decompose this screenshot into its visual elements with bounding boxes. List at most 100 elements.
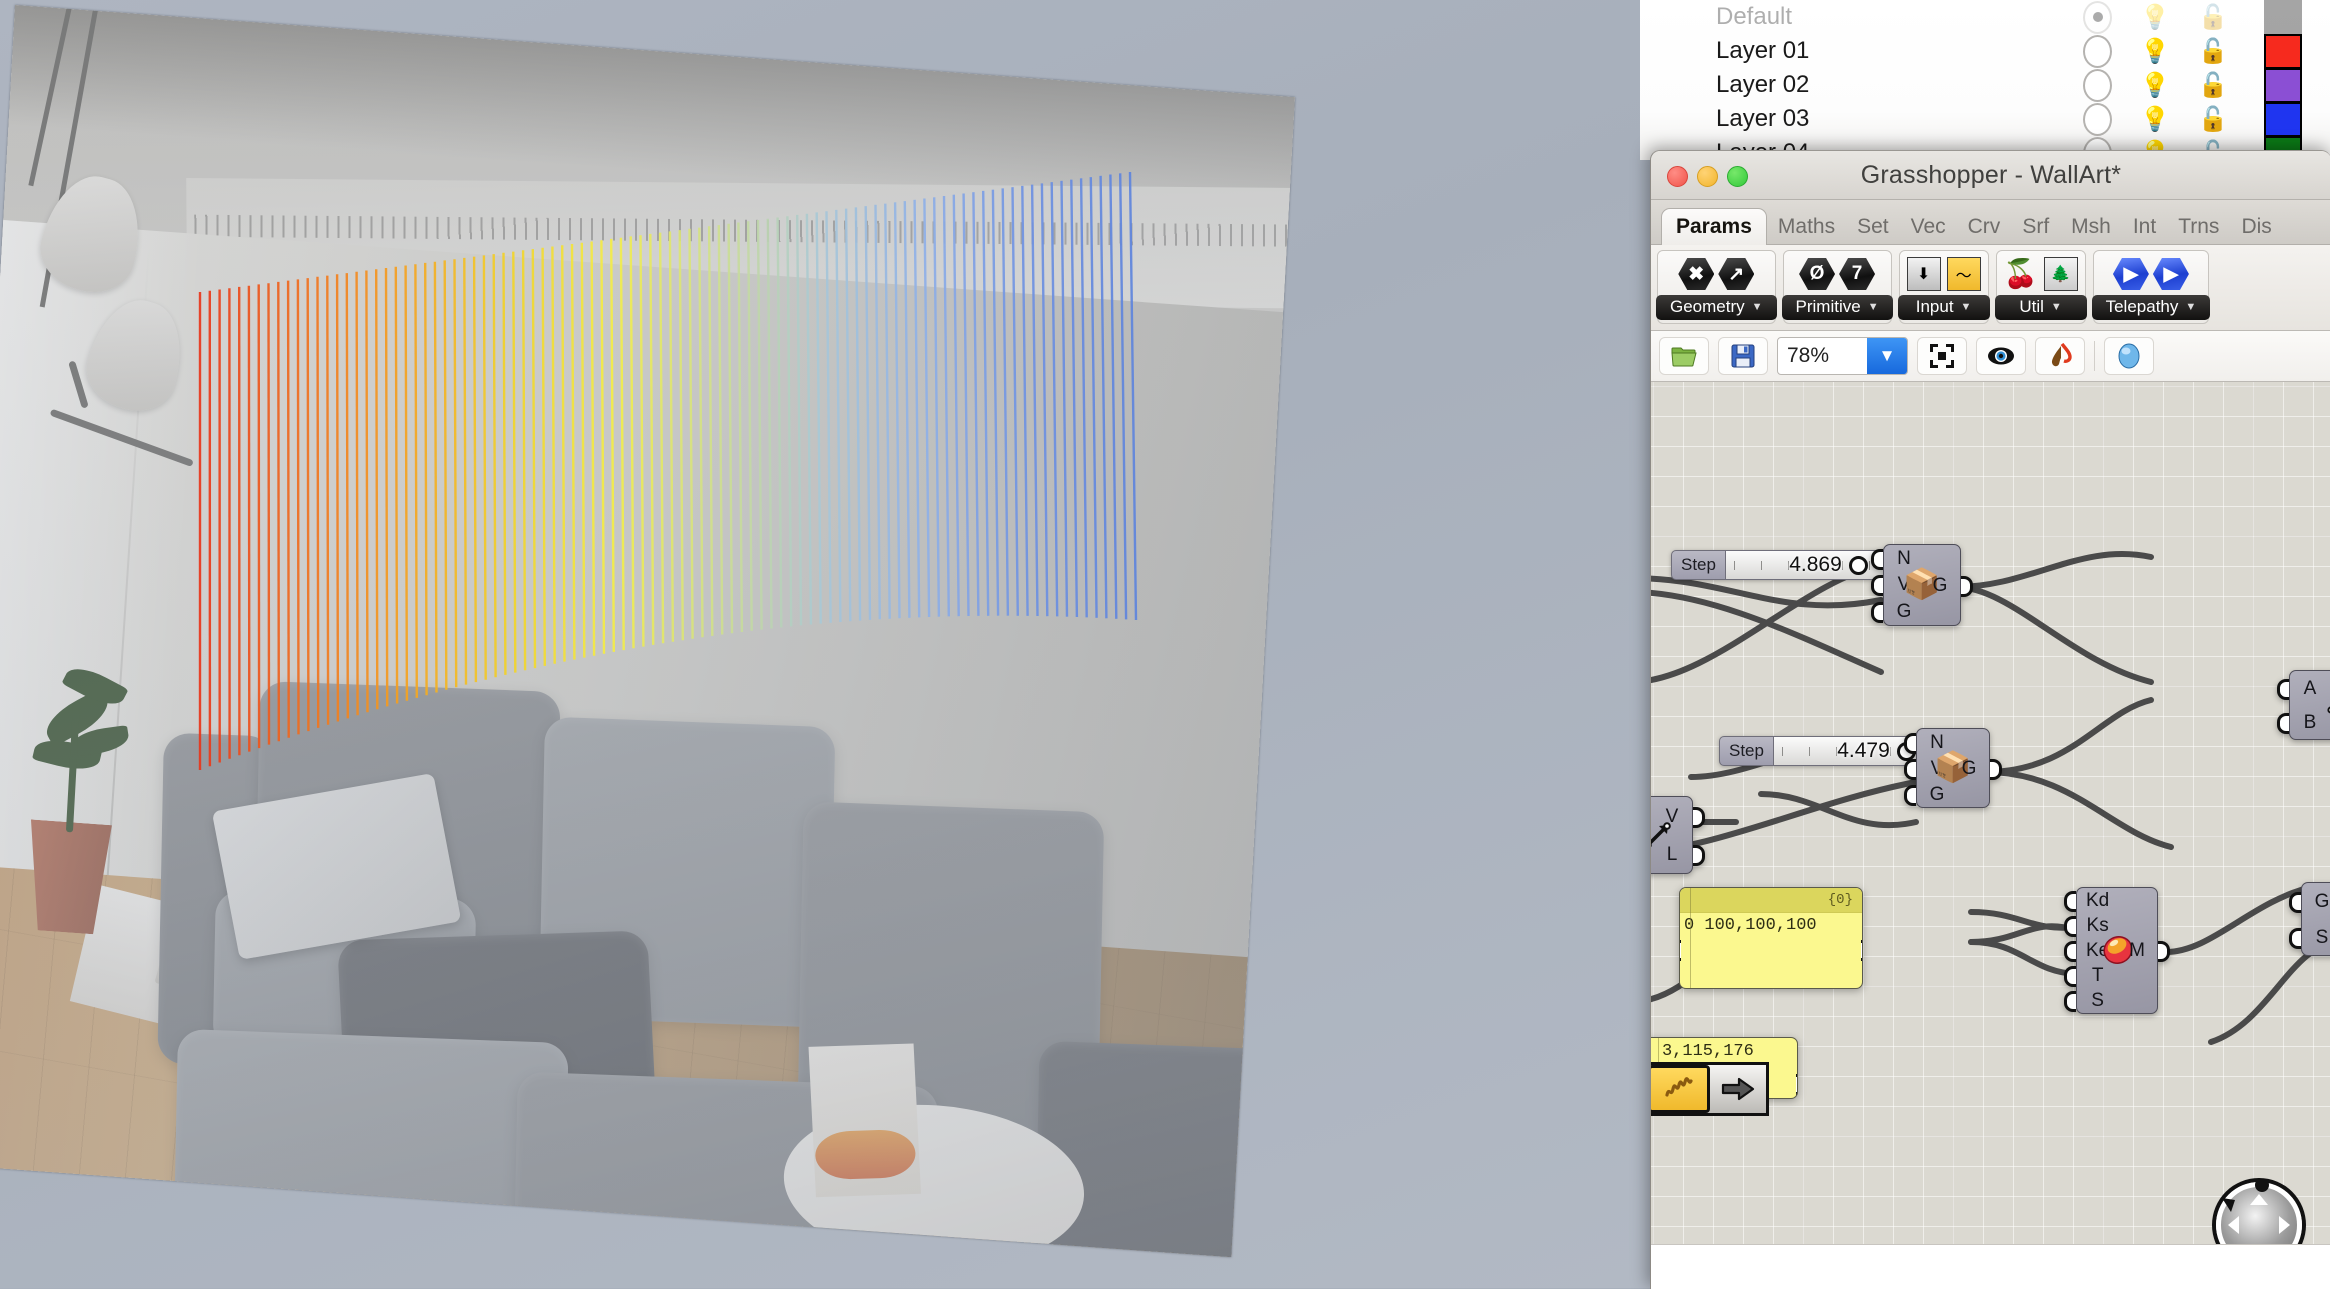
telepathy-receiver-hex-icon[interactable]: ▶ bbox=[2152, 255, 2190, 293]
tab-trns[interactable]: Trns bbox=[2167, 212, 2230, 244]
panel-output-port[interactable] bbox=[1861, 940, 1863, 961]
layer-current-radio[interactable] bbox=[2083, 35, 2112, 68]
zoom-level-value[interactable]: 78% bbox=[1778, 338, 1867, 374]
rhino-layer-panel[interactable]: Default💡🔓Layer 01💡🔓Layer 02💡🔓Layer 03💡🔓L… bbox=[1640, 0, 2330, 160]
grasshopper-canvas[interactable]: Step 4.869 N V G 📦 G bbox=[1651, 382, 2330, 1287]
geometry-arrow-hex-icon[interactable]: ↗ bbox=[1717, 255, 1755, 293]
component-tab-bar[interactable]: ParamsMathsSetVecCrvSrfMshIntTrnsDis bbox=[1651, 200, 2330, 245]
primitive-zero-hex-icon[interactable]: Ø bbox=[1798, 255, 1836, 293]
panel-text[interactable]: 3,115,176 bbox=[1651, 1038, 1797, 1064]
paintbrush-icon[interactable] bbox=[2035, 337, 2085, 375]
slider-value[interactable]: 4.479 bbox=[1837, 739, 1890, 763]
grasshopper-window[interactable]: Grasshopper - WallArt* ParamsMathsSetVec… bbox=[1650, 150, 2330, 1289]
output-port-g[interactable]: G bbox=[1958, 759, 1980, 778]
layer-row[interactable]: Layer 02💡🔓 bbox=[1640, 68, 2330, 102]
ab-component[interactable]: A B bbox=[2289, 670, 2330, 740]
series-component-1[interactable]: N V G 📦 G bbox=[1883, 544, 1961, 626]
tab-set[interactable]: Set bbox=[1846, 212, 1900, 244]
slider-label[interactable]: Step bbox=[1671, 550, 1726, 580]
output-port-m[interactable]: M bbox=[2126, 941, 2148, 960]
lightbulb-icon[interactable]: 💡 bbox=[2140, 37, 2170, 66]
panel-text[interactable]: 0 100,100,100 bbox=[1680, 913, 1862, 938]
primitive-seven-hex-icon[interactable]: 7 bbox=[1838, 255, 1876, 293]
ribbon-group-label[interactable]: Primitive▼ bbox=[1782, 295, 1893, 320]
layer-row[interactable]: Default💡🔓 bbox=[1640, 0, 2330, 34]
canvas-toolbar[interactable]: 78% ▼ bbox=[1651, 331, 2330, 382]
slider-value[interactable]: 4.869 bbox=[1789, 553, 1842, 577]
preview-eye-icon[interactable] bbox=[1976, 337, 2026, 375]
slider-input-icon[interactable]: ⬇ bbox=[1905, 255, 1943, 293]
component-body[interactable]: A B bbox=[2289, 670, 2330, 740]
right-arrow-icon[interactable] bbox=[1710, 1065, 1766, 1113]
gradient-toggle-widget[interactable] bbox=[1651, 1062, 1769, 1116]
input-port-s[interactable]: S bbox=[2311, 928, 2330, 947]
tab-msh[interactable]: Msh bbox=[2060, 212, 2122, 244]
input-port-b[interactable]: B bbox=[2299, 713, 2321, 732]
tab-srf[interactable]: Srf bbox=[2011, 212, 2060, 244]
unlocked-padlock-icon[interactable]: 🔓 bbox=[2198, 37, 2228, 66]
ribbon-group-label[interactable]: Telepathy▼ bbox=[2092, 295, 2211, 320]
layer-color-swatch[interactable] bbox=[2264, 0, 2302, 35]
ribbon-group-input[interactable]: ⬇〜Input▼ bbox=[1899, 250, 1989, 324]
tab-int[interactable]: Int bbox=[2122, 212, 2167, 244]
layer-current-radio[interactable] bbox=[2083, 1, 2112, 34]
open-file-icon[interactable] bbox=[1659, 337, 1709, 375]
zoom-extents-icon[interactable] bbox=[1917, 337, 1967, 375]
layer-current-radio[interactable] bbox=[2083, 103, 2112, 136]
ribbon-group-label[interactable]: Input▼ bbox=[1898, 295, 1990, 320]
tab-params[interactable]: Params bbox=[1661, 208, 1767, 245]
ribbon-group-telepathy[interactable]: ▶▶Telepathy▼ bbox=[2093, 250, 2210, 324]
layer-color-swatch[interactable] bbox=[2264, 68, 2302, 103]
sphere-icon[interactable] bbox=[2104, 337, 2154, 375]
geometry-x-hex-icon[interactable]: ✖ bbox=[1677, 255, 1715, 293]
tab-maths[interactable]: Maths bbox=[1767, 212, 1846, 244]
ribbon-group-util[interactable]: 🍒🌲Util▼ bbox=[1996, 250, 2086, 324]
component-ribbon[interactable]: ✖↗Geometry▼Ø7Primitive▼⬇〜Input▼🍒🌲Util▼▶▶… bbox=[1651, 245, 2330, 331]
tree-icon[interactable]: 🌲 bbox=[2042, 255, 2080, 293]
input-port-g[interactable]: G bbox=[1926, 785, 1948, 804]
ribbon-group-label[interactable]: Util▼ bbox=[1995, 295, 2087, 320]
ar-viewport[interactable] bbox=[0, 0, 1650, 1288]
input-port-n[interactable]: N bbox=[1926, 733, 1948, 752]
output-port-v[interactable]: V bbox=[1661, 807, 1683, 826]
vector-line-component[interactable]: V L bbox=[1651, 796, 1693, 874]
layer-current-radio[interactable] bbox=[2083, 69, 2112, 102]
slider-label[interactable]: Step bbox=[1719, 736, 1774, 766]
gradient-squiggle-icon[interactable] bbox=[1651, 1065, 1710, 1113]
chevron-down-icon[interactable]: ▼ bbox=[1867, 338, 1907, 374]
input-port-a[interactable]: A bbox=[2299, 679, 2321, 698]
lightbulb-icon[interactable]: 💡 bbox=[2140, 71, 2170, 100]
input-port-n[interactable]: N bbox=[1893, 549, 1915, 568]
output-port-l[interactable]: L bbox=[1661, 845, 1683, 864]
panel-white-color[interactable]: {0} 0 100,100,100 bbox=[1679, 887, 1863, 989]
zoom-level-combo[interactable]: 78% ▼ bbox=[1777, 337, 1908, 375]
output-port-g[interactable]: G bbox=[1929, 576, 1951, 595]
ribbon-group-geometry[interactable]: ✖↗Geometry▼ bbox=[1657, 250, 1776, 324]
layer-color-swatch[interactable] bbox=[2264, 34, 2302, 69]
unlocked-padlock-icon[interactable]: 🔓 bbox=[2198, 3, 2228, 32]
component-body[interactable]: G S bbox=[2301, 882, 2330, 956]
input-port-g[interactable]: G bbox=[1893, 602, 1915, 621]
component-body[interactable]: N V G 📦 G bbox=[1916, 728, 1990, 808]
tab-dis[interactable]: Dis bbox=[2230, 212, 2282, 244]
layer-row[interactable]: Layer 03💡🔓 bbox=[1640, 102, 2330, 136]
component-body[interactable]: Kd Ks Ke T S M bbox=[2076, 887, 2158, 1014]
input-port-g[interactable]: G bbox=[2311, 892, 2330, 911]
custom-preview-component[interactable]: G S bbox=[2301, 882, 2330, 956]
save-file-icon[interactable] bbox=[1718, 337, 1768, 375]
cherries-icon[interactable]: 🍒 bbox=[2002, 255, 2040, 293]
tab-vec[interactable]: Vec bbox=[1900, 212, 1957, 244]
unlocked-padlock-icon[interactable]: 🔓 bbox=[2198, 105, 2228, 134]
material-component[interactable]: Kd Ks Ke T S M bbox=[2076, 887, 2158, 1014]
slider-knob[interactable] bbox=[1849, 556, 1868, 575]
panel-output-port[interactable] bbox=[1796, 1074, 1798, 1095]
panel-input-port[interactable] bbox=[1679, 940, 1681, 961]
gradient-squiggle-icon[interactable]: 〜 bbox=[1945, 255, 1983, 293]
window-title-bar[interactable]: Grasshopper - WallArt* bbox=[1651, 151, 2330, 200]
input-port-kd[interactable]: Kd bbox=[2086, 891, 2109, 910]
tab-crv[interactable]: Crv bbox=[1957, 212, 2012, 244]
lightbulb-icon[interactable]: 💡 bbox=[2140, 3, 2170, 32]
telepathy-sender-hex-icon[interactable]: ▶ bbox=[2112, 255, 2150, 293]
component-body[interactable]: N V G 📦 G bbox=[1883, 544, 1961, 626]
layer-row[interactable]: Layer 01💡🔓 bbox=[1640, 34, 2330, 68]
